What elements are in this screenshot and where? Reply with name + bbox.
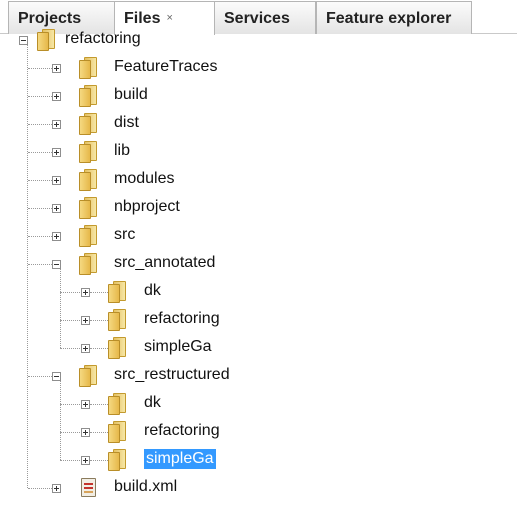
expand-icon[interactable] — [52, 232, 61, 241]
tree-item-label: refactoring — [65, 30, 141, 47]
expand-icon[interactable] — [52, 148, 61, 157]
folder-icon-front — [37, 32, 49, 51]
tree-row[interactable]: FeatureTraces — [0, 54, 517, 82]
close-icon[interactable]: × — [166, 12, 172, 24]
collapse-icon[interactable] — [52, 260, 61, 269]
tab-label: Projects — [18, 10, 82, 27]
folder-icon — [79, 113, 99, 135]
tree-item-label: src_annotated — [114, 254, 216, 271]
expand-icon[interactable] — [52, 484, 61, 493]
collapse-icon[interactable] — [19, 36, 28, 45]
folder-icon-front — [108, 284, 120, 303]
folder-icon-front — [79, 60, 91, 79]
folder-icon-front — [79, 116, 91, 135]
xml-file-icon — [79, 477, 99, 499]
folder-icon — [79, 57, 99, 79]
tree-row[interactable]: simpleGa — [0, 446, 517, 474]
tree-item-label: refactoring — [144, 310, 220, 327]
tree-item-label: dist — [114, 114, 139, 131]
tree-item-label: build — [114, 86, 148, 103]
xml-file-icon-page — [81, 478, 96, 497]
tree-row[interactable]: simpleGa — [0, 334, 517, 362]
folder-icon — [37, 29, 57, 51]
tree-row[interactable]: build — [0, 82, 517, 110]
tree-item-label: src — [114, 226, 136, 243]
folder-icon — [108, 421, 128, 443]
expand-icon[interactable] — [52, 92, 61, 101]
folder-icon-front — [108, 340, 120, 359]
folder-icon — [79, 253, 99, 275]
folder-icon — [79, 365, 99, 387]
tree-item-label: build.xml — [114, 478, 178, 495]
expand-icon[interactable] — [81, 428, 90, 437]
expand-icon[interactable] — [81, 456, 90, 465]
folder-icon — [108, 449, 128, 471]
tree-row[interactable]: dk — [0, 278, 517, 306]
tree-item-label: dk — [144, 394, 161, 411]
expand-icon[interactable] — [52, 204, 61, 213]
folder-icon-front — [108, 424, 120, 443]
folder-icon-front — [79, 200, 91, 219]
expand-icon[interactable] — [52, 176, 61, 185]
tree-row[interactable]: refactoring — [0, 418, 517, 446]
tree-row[interactable]: src_annotated — [0, 250, 517, 278]
tree-item-label: refactoring — [144, 422, 220, 439]
folder-icon-front — [79, 144, 91, 163]
expand-icon[interactable] — [81, 288, 90, 297]
folder-icon-front — [108, 312, 120, 331]
folder-icon — [79, 141, 99, 163]
tree-item-label-selected: simpleGa — [144, 449, 216, 469]
expand-icon[interactable] — [52, 64, 61, 73]
folder-icon-front — [79, 88, 91, 107]
tree-item-label: src_restructured — [114, 366, 230, 383]
tree-row[interactable]: dk — [0, 390, 517, 418]
folder-icon — [79, 197, 99, 219]
expand-icon[interactable] — [81, 344, 90, 353]
tree-row[interactable]: nbproject — [0, 194, 517, 222]
tree-row[interactable]: refactoring — [0, 26, 517, 54]
file-tree: refactoring FeatureTraces build dist lib modu… — [0, 29, 517, 518]
folder-icon — [108, 309, 128, 331]
tree-item-label: lib — [114, 142, 131, 159]
tab-label: Feature explorer — [326, 10, 452, 27]
folder-icon — [108, 393, 128, 415]
tree-item-label: nbproject — [114, 198, 180, 215]
tree-row[interactable]: build.xml — [0, 474, 517, 502]
collapse-icon[interactable] — [52, 372, 61, 381]
tree-row[interactable]: dist — [0, 110, 517, 138]
folder-icon-front — [79, 172, 91, 191]
folder-icon — [79, 169, 99, 191]
folder-icon — [108, 281, 128, 303]
folder-icon — [79, 85, 99, 107]
folder-icon — [108, 337, 128, 359]
folder-icon-front — [108, 452, 120, 471]
tab-label: Services — [224, 10, 290, 27]
folder-icon-front — [79, 256, 91, 275]
tree-row[interactable]: lib — [0, 138, 517, 166]
tree-item-label: simpleGa — [144, 338, 212, 355]
folder-icon — [79, 225, 99, 247]
tree-row[interactable]: src — [0, 222, 517, 250]
folder-icon-front — [108, 396, 120, 415]
tree-item-label: modules — [114, 170, 175, 187]
tree-item-label: FeatureTraces — [114, 58, 218, 75]
tree-row[interactable]: src_restructured — [0, 362, 517, 390]
tree-row[interactable]: modules — [0, 166, 517, 194]
tab-label: Files — [124, 10, 161, 27]
expand-icon[interactable] — [81, 316, 90, 325]
expand-icon[interactable] — [81, 400, 90, 409]
expand-icon[interactable] — [52, 120, 61, 129]
folder-icon-front — [79, 228, 91, 247]
tree-row[interactable]: refactoring — [0, 306, 517, 334]
folder-icon-front — [79, 368, 91, 387]
tree-item-label: dk — [144, 282, 161, 299]
